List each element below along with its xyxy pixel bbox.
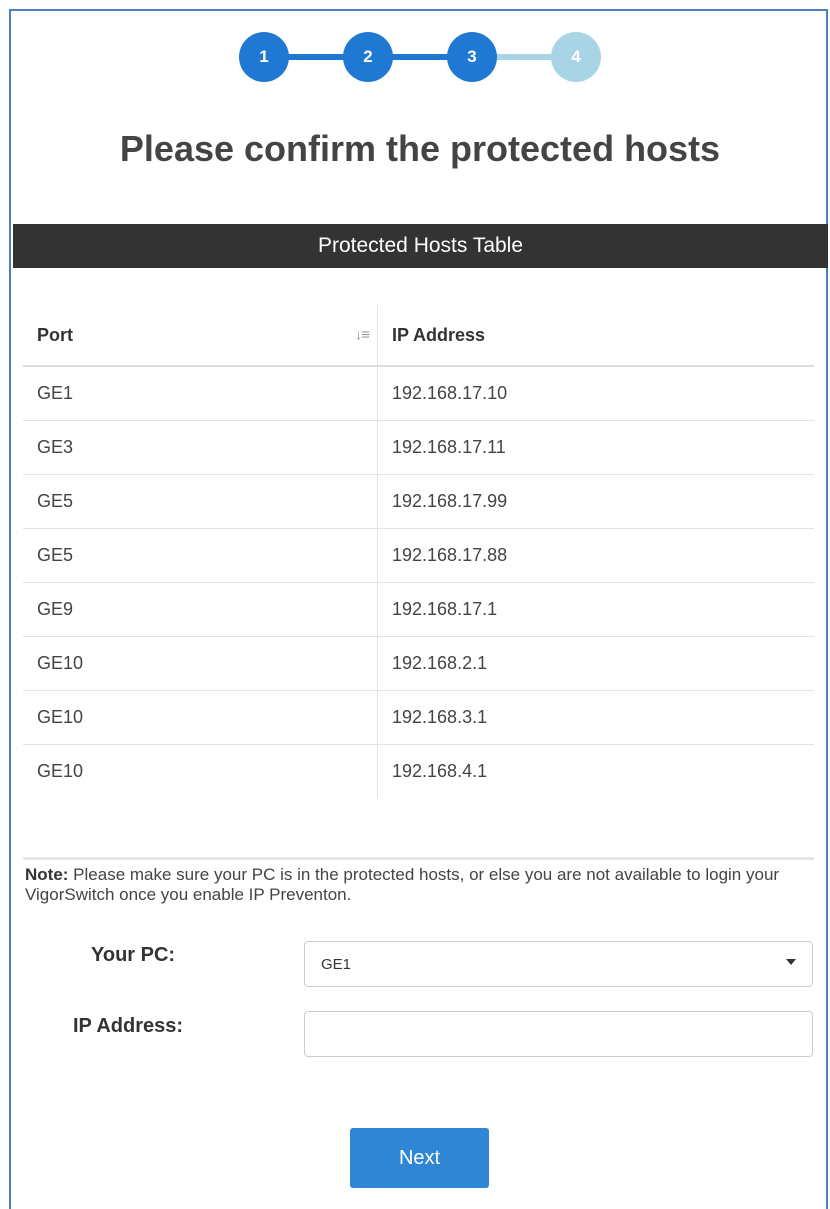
- ip-address-cell: 192.168.17.99: [377, 474, 814, 529]
- table-caption: Protected Hosts Table: [13, 224, 828, 268]
- table-row: GE10 192.168.2.1: [23, 636, 814, 691]
- port-cell: GE9: [23, 582, 378, 637]
- step-connector-1-2: [287, 54, 345, 60]
- ip-address-cell: 192.168.17.88: [377, 528, 814, 583]
- table-row: GE10 192.168.3.1: [23, 690, 814, 745]
- table-row: GE1 192.168.17.10: [23, 366, 814, 421]
- note-prefix: Note:: [25, 865, 69, 884]
- step-connector-2-3: [391, 54, 449, 60]
- column-header-port-label: Port: [37, 324, 73, 345]
- port-cell: GE5: [23, 474, 378, 529]
- column-header-ip-address[interactable]: IP Address: [377, 305, 814, 367]
- table-row: GE10 192.168.4.1: [23, 744, 814, 798]
- ip-address-input[interactable]: [304, 1011, 813, 1057]
- wizard-stepper: 1 2 3 4: [0, 0, 830, 90]
- column-header-port[interactable]: Port ↓≡: [23, 305, 378, 367]
- port-cell: GE10: [23, 690, 378, 745]
- port-cell: GE5: [23, 528, 378, 583]
- step-3: 3: [447, 32, 497, 82]
- port-cell: GE10: [23, 744, 378, 798]
- ip-address-cell: 192.168.3.1: [377, 690, 814, 745]
- your-pc-label: Your PC:: [91, 944, 176, 966]
- step-2: 2: [343, 32, 393, 82]
- port-cell: GE1: [23, 366, 378, 421]
- ip-address-cell: 192.168.4.1: [392, 761, 488, 781]
- note-body: Please make sure your PC is in the prote…: [25, 865, 780, 904]
- protected-hosts-table: Port ↓≡ IP Address GE1 192.168.17.10 GE3 19…: [23, 305, 814, 798]
- divider: [23, 857, 814, 860]
- chevron-down-icon: [786, 959, 796, 965]
- step-1: 1: [239, 32, 289, 82]
- table-row: GE5 192.168.17.88: [23, 528, 814, 583]
- ip-address-cell: 192.168.17.10: [377, 366, 814, 421]
- note-text: Note: Please make sure your PC is in the…: [25, 865, 815, 905]
- table-row: GE9 192.168.17.1: [23, 582, 814, 637]
- table-row: GE5 192.168.17.99: [23, 474, 814, 529]
- next-button[interactable]: Next: [350, 1128, 489, 1188]
- ip-address-cell: 192.168.2.1: [377, 636, 814, 691]
- your-pc-select[interactable]: GE1: [304, 941, 813, 987]
- table-header-row: Port ↓≡ IP Address: [23, 305, 814, 367]
- ip-address-cell: 192.168.17.1: [377, 582, 814, 637]
- ip-address-label: IP Address:: [73, 1015, 184, 1037]
- step-connector-3-4: [495, 54, 553, 60]
- port-cell: GE3: [23, 420, 378, 475]
- your-pc-selected-value: GE1: [321, 955, 352, 973]
- ip-address-cell: 192.168.17.11: [377, 420, 814, 475]
- table-row: GE3 192.168.17.11: [23, 420, 814, 475]
- page-title: Please confirm the protected hosts: [119, 128, 721, 169]
- port-cell: GE10: [23, 636, 378, 691]
- sort-descending-icon[interactable]: ↓≡: [355, 327, 370, 344]
- step-4: 4: [551, 32, 601, 82]
